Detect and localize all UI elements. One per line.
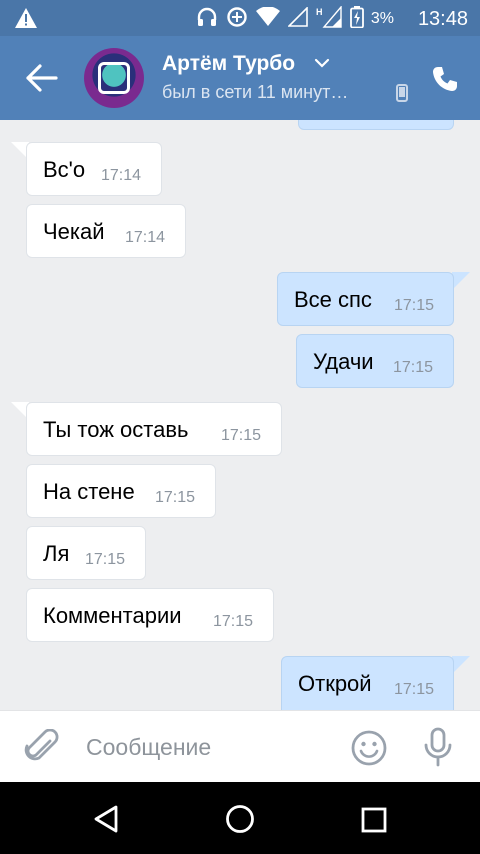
- mobile-device-icon: [396, 84, 408, 102]
- message-time: 17:15: [393, 359, 434, 376]
- message-time: 17:15: [221, 427, 262, 444]
- wifi-icon: [256, 7, 280, 26]
- message-time: 17:14: [101, 167, 142, 184]
- message-list[interactable]: Вс'о 17:14 Чекай 17:14 Все спс 17:15 Уда…: [0, 120, 480, 710]
- message-input[interactable]: [86, 731, 336, 763]
- back-arrow-icon[interactable]: [24, 62, 60, 94]
- signal-empty-icon: [288, 7, 308, 27]
- message-text: Ля: [43, 541, 70, 566]
- contact-status: был в сети 11 минут…: [162, 82, 349, 102]
- message-text: Удачи: [313, 349, 374, 374]
- emoji-icon[interactable]: [350, 729, 388, 767]
- clock: 13:48: [417, 8, 468, 30]
- chevron-down-icon[interactable]: [314, 58, 330, 68]
- battery-percent: 3%: [370, 10, 394, 27]
- message-bubble[interactable]: Ля 17:15: [26, 526, 146, 580]
- status-icons: H: [196, 6, 364, 28]
- phone-icon[interactable]: [430, 64, 460, 94]
- chat-header: Артём Турбо был в сети 11 минут…: [0, 36, 480, 120]
- message-bubble[interactable]: Открой 17:15: [281, 656, 454, 710]
- signal-h-icon: H: [316, 6, 342, 28]
- nav-recents-icon[interactable]: [360, 806, 388, 834]
- message-text: Комментарии: [43, 603, 182, 628]
- message-bubble[interactable]: Вс'о 17:14: [26, 142, 162, 196]
- message-bubble[interactable]: Все спс 17:15: [277, 272, 454, 326]
- microphone-icon[interactable]: [422, 727, 454, 767]
- message-bubble[interactable]: Удачи 17:15: [296, 334, 454, 388]
- avatar[interactable]: [84, 48, 144, 108]
- system-navigation-bar: [0, 782, 480, 854]
- message-time: 17:15: [213, 613, 254, 630]
- avatar-emblem: [98, 62, 130, 94]
- message-text: Ты тож оставь: [43, 417, 189, 442]
- message-bubble[interactable]: Чекай 17:14: [26, 204, 186, 258]
- message-bubble[interactable]: Ты тож оставь 17:15: [26, 402, 282, 456]
- status-bar: H 3% 13:48: [0, 0, 480, 36]
- message-composer: [0, 710, 480, 782]
- message-time: 17:15: [155, 489, 196, 506]
- bubble-tail-out: [452, 656, 470, 674]
- message-bubble-partial[interactable]: [298, 120, 454, 130]
- message-text: Чекай: [43, 219, 105, 244]
- headphones-icon: [197, 7, 217, 26]
- message-time: 17:15: [394, 681, 435, 698]
- nav-home-icon[interactable]: [224, 803, 256, 835]
- bubble-tail-out: [452, 272, 470, 290]
- nav-back-icon[interactable]: [92, 804, 120, 834]
- battery-icon: [350, 6, 364, 28]
- message-text: Открой: [298, 671, 372, 696]
- message-text: На стене: [43, 479, 135, 504]
- message-bubble[interactable]: Комментарии 17:15: [26, 588, 274, 642]
- data-saver-icon: [227, 7, 247, 27]
- message-time: 17:14: [125, 229, 166, 246]
- warning-icon: [15, 8, 37, 28]
- contact-name[interactable]: Артём Турбо: [162, 52, 295, 76]
- message-time: 17:15: [85, 551, 126, 568]
- message-time: 17:15: [394, 297, 435, 314]
- svg-text:H: H: [316, 7, 323, 17]
- paperclip-icon[interactable]: [24, 729, 60, 767]
- message-bubble[interactable]: На стене 17:15: [26, 464, 216, 518]
- message-text: Все спс: [294, 287, 372, 312]
- message-text: Вс'о: [43, 157, 86, 182]
